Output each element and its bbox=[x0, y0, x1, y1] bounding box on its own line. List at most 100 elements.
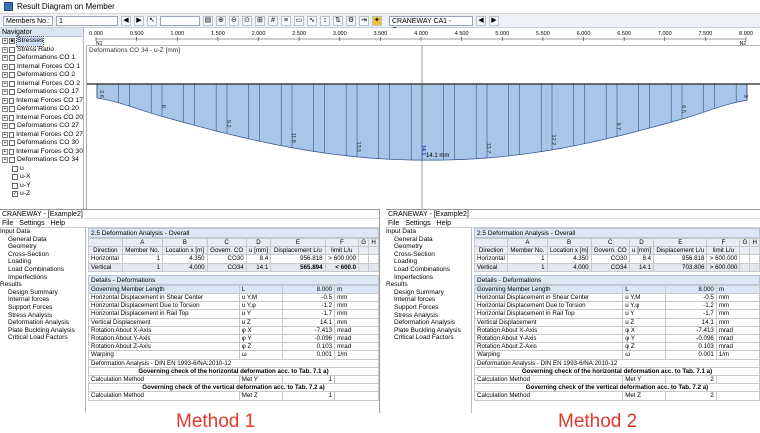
details-row[interactable]: Horizontal Displacement Due to Torsion u … bbox=[88, 301, 379, 311]
tree-item[interactable]: Deformation Analysis bbox=[386, 319, 471, 327]
tree-item[interactable]: Results bbox=[386, 281, 471, 289]
nav-item[interactable]: + Deformations CO 1 bbox=[0, 54, 83, 63]
checkbox[interactable] bbox=[9, 89, 15, 96]
expand-icon[interactable]: + bbox=[2, 106, 8, 113]
menu-item[interactable]: File bbox=[2, 219, 13, 227]
nav-item[interactable]: + Deformations CO 34 bbox=[0, 156, 83, 165]
tree-item[interactable]: Critical Load Factors bbox=[0, 334, 85, 342]
expand-icon[interactable]: + bbox=[2, 72, 8, 79]
expand-icon[interactable]: + bbox=[2, 123, 8, 130]
tree-item[interactable]: Cross-Section bbox=[386, 251, 471, 259]
tree-item[interactable]: Stress Analysis bbox=[0, 312, 85, 320]
tree-item[interactable]: Loading bbox=[0, 258, 85, 266]
tree-item[interactable]: Geometry bbox=[0, 243, 85, 251]
tree-item[interactable]: Geometry bbox=[386, 243, 471, 251]
details-row[interactable]: Rotation About Y-Axis φ Y -0.096 mrad bbox=[88, 334, 379, 344]
menu-item[interactable]: Settings bbox=[19, 219, 44, 227]
smooth-icon[interactable]: ∿ bbox=[306, 15, 317, 26]
tree-item[interactable]: Design Summary bbox=[0, 289, 85, 297]
details-row[interactable]: Rotation About Z-Axis φ Z 0.103 mrad bbox=[474, 342, 760, 352]
details-row[interactable]: Warping ω 0.001 1/m bbox=[474, 350, 760, 360]
tree-item[interactable]: Internal forces bbox=[386, 296, 471, 304]
checkbox[interactable] bbox=[9, 106, 15, 113]
details-row[interactable]: Rotation About Y-Axis φ Y -0.096 mrad bbox=[474, 334, 760, 344]
tree-item[interactable]: Results bbox=[0, 281, 85, 289]
checkbox[interactable] bbox=[12, 174, 18, 181]
tree-item[interactable]: Load Combinations bbox=[386, 266, 471, 274]
filter-icon[interactable]: ≡ bbox=[280, 15, 291, 26]
prev-case-button[interactable]: ◀ bbox=[475, 15, 486, 26]
tree-item[interactable]: Load Combinations bbox=[0, 266, 85, 274]
pick-member-button[interactable]: ↖ bbox=[146, 15, 157, 26]
details-row[interactable]: Horizontal Displacement in Rail Top u Y -1… bbox=[88, 309, 379, 319]
next-member-button[interactable]: ▶ bbox=[133, 15, 144, 26]
tree-item[interactable]: Cross-Section bbox=[0, 251, 85, 259]
expand-icon[interactable]: + bbox=[2, 97, 8, 104]
details-row[interactable]: Vertical Displacement u Z 14.1 mm bbox=[474, 317, 760, 327]
checkbox[interactable] bbox=[9, 72, 15, 79]
nav-subitem[interactable]: u-X bbox=[0, 173, 83, 182]
table-row[interactable]: Horizontal 1 4.350 CO30 8.4 956.818 > 600.000 bbox=[88, 254, 379, 264]
checkbox[interactable] bbox=[12, 182, 18, 189]
checkbox[interactable]: ✓ bbox=[12, 191, 18, 198]
checkbox[interactable] bbox=[8, 97, 15, 104]
checkbox[interactable] bbox=[9, 55, 15, 62]
details-row[interactable]: Horizontal Displacement in Shear Center u… bbox=[88, 293, 379, 303]
nav-item[interactable]: + Deformations CO 17 bbox=[0, 88, 83, 97]
loadcase-select[interactable]: CRANEWAY CA1 - Cranew bbox=[388, 15, 473, 34]
details-row[interactable]: Governing Member Length L 8.000 m bbox=[88, 284, 379, 295]
nav-item[interactable]: + Internal Forces CO 27 bbox=[0, 131, 83, 140]
checkbox[interactable] bbox=[9, 63, 15, 70]
nav-item[interactable]: + Internal Forces CO 2 bbox=[0, 80, 83, 89]
nav-subitem[interactable]: u-Y bbox=[0, 182, 83, 191]
details-row[interactable]: Rotation About X-Axis φ X -7.413 mrad bbox=[474, 325, 760, 336]
tree-item[interactable]: General Data bbox=[386, 236, 471, 244]
expand-icon[interactable]: + bbox=[2, 140, 8, 147]
color-icon[interactable]: ✦ bbox=[371, 15, 382, 26]
nav-item[interactable]: + Internal Forces CO 20 bbox=[0, 114, 83, 123]
expand-icon[interactable]: + bbox=[2, 157, 8, 164]
tree-item[interactable]: Imperfections bbox=[386, 274, 471, 282]
nav-item[interactable]: + Deformations CO 27 bbox=[0, 122, 83, 131]
details-row[interactable]: Vertical Displacement u Z 14.1 mm bbox=[88, 317, 379, 327]
tree-item[interactable]: Imperfections bbox=[0, 274, 85, 282]
zoom-out-icon[interactable]: ⊖ bbox=[228, 15, 239, 26]
checkbox[interactable] bbox=[9, 80, 15, 87]
nav-item[interactable]: + Stress Ratio bbox=[0, 46, 83, 55]
prev-member-button[interactable]: ◀ bbox=[120, 15, 131, 26]
checkbox[interactable] bbox=[9, 140, 15, 147]
zoom-all-icon[interactable]: ⊞ bbox=[254, 15, 265, 26]
checkbox[interactable] bbox=[9, 157, 15, 164]
nav-subitem[interactable]: u bbox=[0, 165, 83, 174]
max-icon[interactable]: ↕ bbox=[319, 15, 330, 26]
tree-item[interactable]: Input Data bbox=[0, 228, 85, 236]
tree-item[interactable]: Design Summary bbox=[386, 289, 471, 297]
tree-item[interactable]: Loading bbox=[386, 258, 471, 266]
details-row[interactable]: Governing Member Length L 8.000 m bbox=[474, 284, 760, 295]
expand-icon[interactable]: + bbox=[2, 55, 8, 62]
nav-item[interactable]: + Deformations CO 2 bbox=[0, 71, 83, 80]
details-row[interactable]: Horizontal Displacement in Shear Center u… bbox=[474, 293, 760, 303]
tree-item[interactable]: Internal forces bbox=[0, 296, 85, 304]
checkbox[interactable] bbox=[9, 46, 15, 53]
result-type-select[interactable] bbox=[159, 15, 200, 26]
checkbox[interactable]: ■ bbox=[9, 38, 15, 45]
nav-item[interactable]: + Deformations CO 30 bbox=[0, 139, 83, 148]
tree-item[interactable]: Stress Analysis bbox=[386, 312, 471, 320]
expand-icon[interactable]: + bbox=[2, 46, 8, 53]
tree-item[interactable]: Deformation Analysis bbox=[0, 319, 85, 327]
tree-item[interactable]: Plate Buckling Analysis bbox=[0, 327, 85, 335]
checkbox[interactable] bbox=[8, 131, 15, 138]
menu-item[interactable]: Settings bbox=[405, 219, 430, 227]
checkbox[interactable] bbox=[8, 114, 15, 121]
zoom-in-icon[interactable]: ⊕ bbox=[215, 15, 226, 26]
details-row[interactable]: Horizontal Displacement in Rail Top u Y -1… bbox=[474, 309, 760, 319]
tree-item[interactable]: Critical Load Factors bbox=[386, 334, 471, 342]
nav-item[interactable]: + Deformations CO 20 bbox=[0, 105, 83, 114]
tree-item[interactable]: Support Forces bbox=[386, 304, 471, 312]
expand-icon[interactable]: + bbox=[2, 38, 8, 45]
tree-item[interactable]: Plate Buckling Analysis bbox=[386, 327, 471, 335]
menu-item[interactable]: Help bbox=[437, 219, 451, 227]
export-icon[interactable]: ⇥ bbox=[358, 15, 369, 26]
values-icon[interactable]: # bbox=[267, 15, 278, 26]
